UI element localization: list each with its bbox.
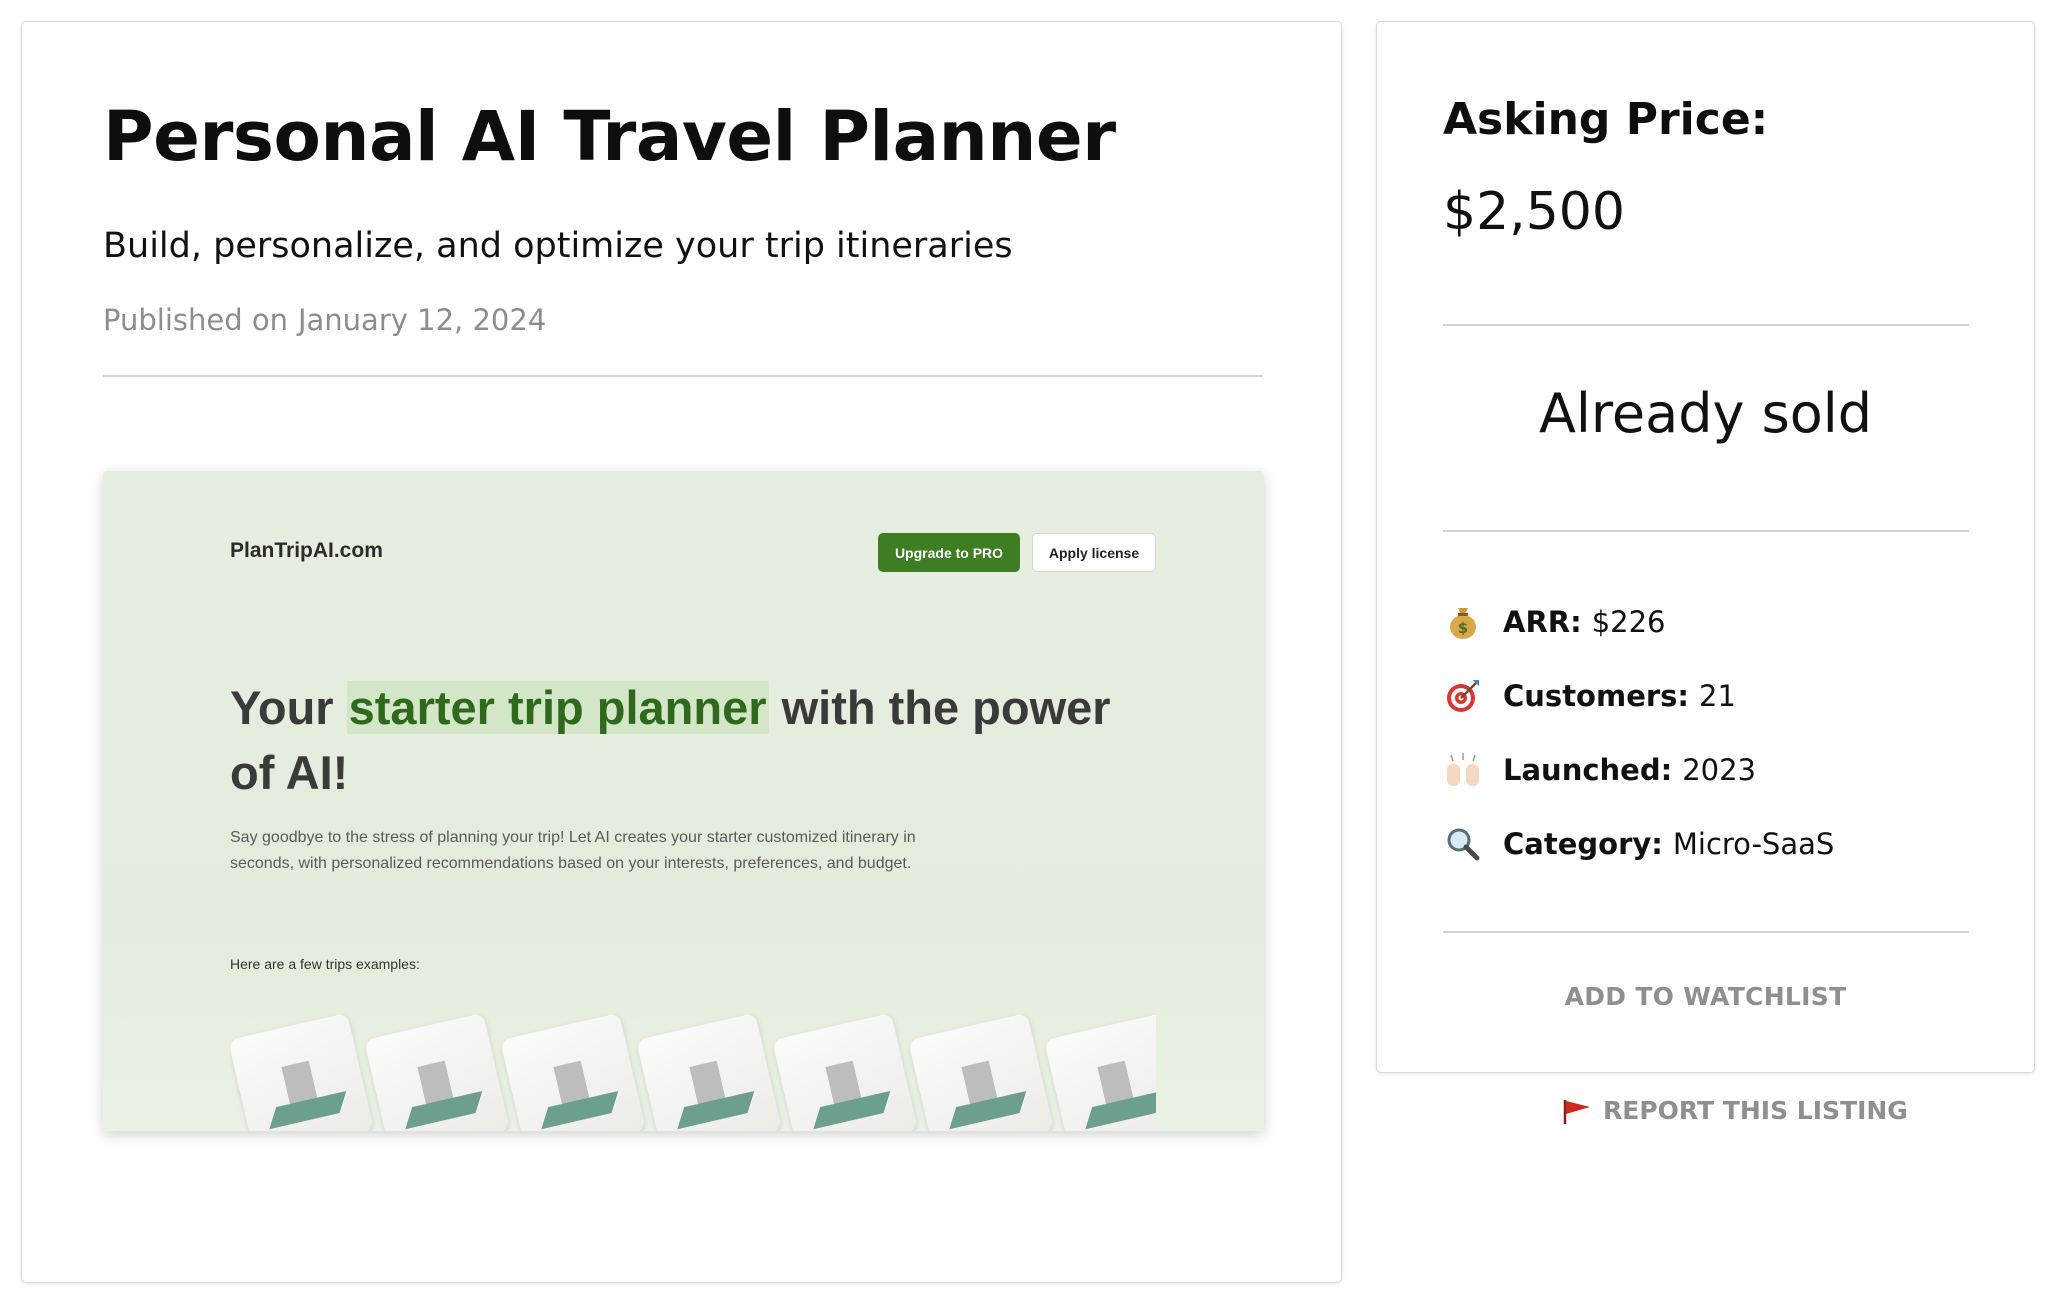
trip-example-card bbox=[500, 1013, 646, 1131]
published-line: Published on January 12, 2024 bbox=[103, 303, 546, 337]
preview-trips-label: Here are a few trips examples: bbox=[230, 956, 420, 972]
preview-upgrade-button: Upgrade to PRO bbox=[878, 533, 1020, 572]
stat-value: 2023 bbox=[1682, 753, 1757, 787]
preview-hero-heading: Your starter trip planner with the power… bbox=[230, 675, 1150, 805]
divider bbox=[1443, 324, 1969, 326]
trip-examples-strip bbox=[230, 1013, 1156, 1131]
published-date: January 12, 2024 bbox=[297, 303, 547, 337]
hero-text-start: Your bbox=[230, 681, 347, 734]
published-prefix: Published on bbox=[103, 303, 288, 337]
report-label: REPORT THIS LISTING bbox=[1603, 1096, 1908, 1125]
stat-customers: Customers: 21 bbox=[1443, 674, 1736, 718]
asking-price-value: $2,500 bbox=[1443, 182, 1625, 242]
target-icon bbox=[1443, 676, 1483, 716]
trip-example-card bbox=[364, 1013, 510, 1131]
product-screenshot: PlanTripAI.com Upgrade to PRO Apply lice… bbox=[103, 471, 1264, 1131]
stat-launched: Launched: 2023 bbox=[1443, 748, 1756, 792]
trip-example-card bbox=[908, 1013, 1054, 1131]
preview-license-button: Apply license bbox=[1032, 533, 1156, 572]
stat-label: Customers: bbox=[1503, 679, 1690, 713]
preview-logo: PlanTripAI.com bbox=[230, 539, 383, 562]
sold-status: Already sold bbox=[1538, 382, 1873, 445]
red-flag-icon bbox=[1561, 1097, 1593, 1125]
divider bbox=[1443, 530, 1969, 532]
add-to-watchlist-button[interactable]: ADD TO WATCHLIST bbox=[1377, 982, 2034, 1011]
stat-value: Micro-SaaS bbox=[1672, 827, 1835, 861]
listing-subtitle: Build, personalize, and optimize your tr… bbox=[103, 226, 1013, 266]
report-listing-link[interactable]: REPORT THIS LISTING bbox=[1561, 1096, 1908, 1125]
stat-label: ARR: bbox=[1503, 605, 1582, 639]
listing-card: Personal AI Travel Planner Build, person… bbox=[21, 21, 1342, 1283]
preview-description: Say goodbye to the stress of planning yo… bbox=[230, 829, 916, 872]
price-sidebar: Asking Price: $2,500 Already sold $ ARR:… bbox=[1376, 21, 2035, 1073]
money-bag-icon: $ bbox=[1443, 602, 1483, 642]
divider bbox=[103, 375, 1263, 377]
trip-example-card bbox=[636, 1013, 782, 1131]
stat-value: $226 bbox=[1591, 605, 1666, 639]
raised-hands-icon bbox=[1443, 750, 1483, 790]
divider bbox=[1443, 931, 1969, 933]
magnifier-icon bbox=[1443, 824, 1483, 864]
stat-label: Category: bbox=[1503, 827, 1663, 861]
hero-highlight: starter trip planner bbox=[346, 681, 769, 734]
trip-example-card bbox=[1044, 1013, 1156, 1131]
asking-price-label: Asking Price: bbox=[1443, 94, 1769, 145]
stat-category: Category: Micro-SaaS bbox=[1443, 822, 1834, 866]
stat-arr: $ ARR: $226 bbox=[1443, 600, 1666, 644]
listing-title: Personal AI Travel Planner bbox=[103, 97, 1116, 177]
svg-text:$: $ bbox=[1458, 619, 1468, 637]
stat-label: Launched: bbox=[1503, 753, 1673, 787]
trip-example-card bbox=[772, 1013, 918, 1131]
trip-example-card bbox=[230, 1013, 374, 1131]
stat-value: 21 bbox=[1699, 679, 1736, 713]
